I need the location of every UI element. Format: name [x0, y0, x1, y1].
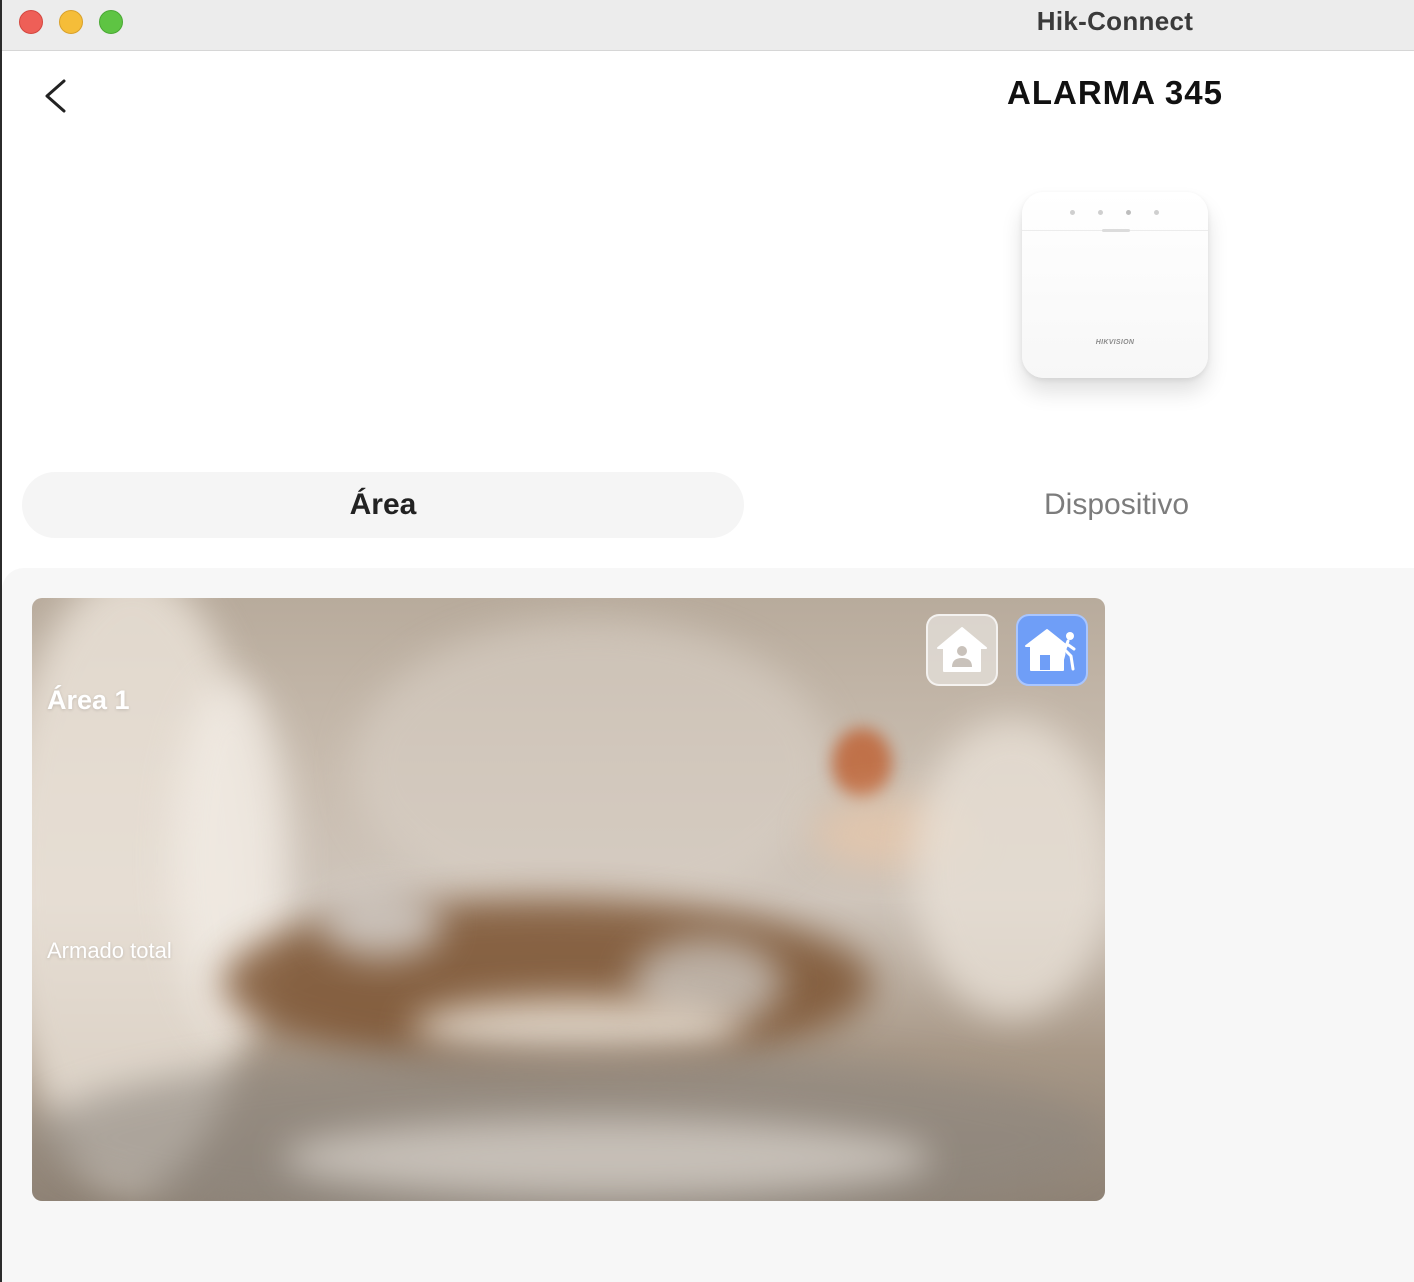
- back-button[interactable]: [38, 74, 78, 118]
- stay-arm-button[interactable]: [926, 614, 998, 686]
- device-image: HIKVISION: [1010, 185, 1220, 395]
- away-arm-button[interactable]: [1016, 614, 1088, 686]
- close-window-button[interactable]: [19, 10, 43, 34]
- area-status: Armado total: [47, 938, 172, 963]
- tab-area[interactable]: Área: [22, 472, 744, 538]
- title-bar: Hik-Connect: [2, 0, 1414, 51]
- page-title: ALARMA 345: [1007, 74, 1223, 111]
- tab-area-label: Área: [349, 488, 417, 521]
- app-window: Hik-Connect ALARMA 345 HIKVISION Área Di…: [0, 0, 1414, 1282]
- area-list-panel: Área 1 Armado total: [2, 568, 1414, 1282]
- tab-device-label: Dispositivo: [1044, 488, 1190, 521]
- device-brand-logo: HIKVISION: [1095, 339, 1135, 346]
- led-indicator: [1154, 210, 1159, 215]
- alarm-panel-illustration: HIKVISION: [1022, 192, 1208, 378]
- led-indicator: [1098, 210, 1103, 215]
- led-indicator: [1126, 210, 1131, 215]
- area-name: Área 1: [47, 685, 130, 715]
- home-stay-icon: [937, 627, 987, 672]
- led-indicator: [1070, 210, 1075, 215]
- area-background-image: [32, 598, 1105, 1201]
- area-card[interactable]: Área 1 Armado total: [32, 598, 1105, 1201]
- chevron-left-icon: [45, 79, 66, 113]
- app-title: Hik-Connect: [1036, 6, 1194, 36]
- zoom-window-button[interactable]: [99, 10, 123, 34]
- tab-device[interactable]: Dispositivo: [744, 472, 1414, 538]
- minimize-window-button[interactable]: [59, 10, 83, 34]
- home-away-icon: [1025, 629, 1076, 671]
